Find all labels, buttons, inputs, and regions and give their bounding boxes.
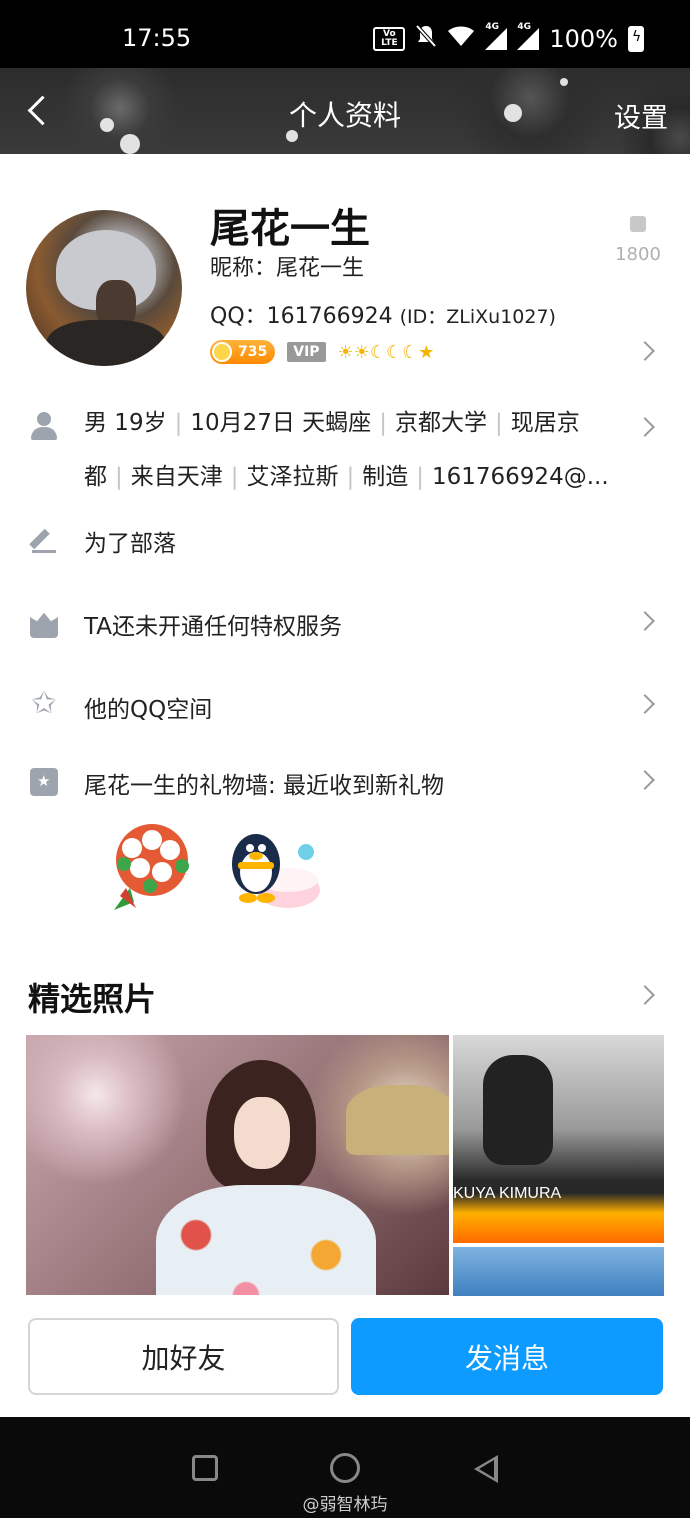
signal-icon-2: 4G [517, 22, 540, 50]
pencil-icon [30, 526, 58, 554]
photo-blue[interactable] [453, 1247, 664, 1297]
title-bar: 个人资料 设置 [0, 68, 690, 154]
like-count: 1800 [615, 244, 661, 265]
home-button[interactable] [330, 1453, 360, 1483]
nickname-text: 昵称：尾花一生 [210, 256, 365, 281]
photo-kimono[interactable] [26, 1035, 449, 1295]
gift-chevron-icon [635, 770, 655, 790]
nav-back-button[interactable] [474, 1455, 498, 1483]
qzone-star-icon: ✩ [31, 686, 57, 721]
status-bar: 17:55 Vo LTE 4G 4G 100% [0, 0, 690, 68]
qq-number: QQ：161766924 [210, 304, 393, 329]
settings-button[interactable]: 设置 [614, 96, 668, 135]
add-friend-button[interactable]: 加好友 [28, 1318, 339, 1395]
gift-penguin-cake-icon[interactable] [226, 818, 322, 914]
qzone-row[interactable]: 他的QQ空间 [84, 690, 212, 724]
info-line-1: 男 19岁 | 10月27日 天蝎座 | 京都大学 | 现居京 [84, 410, 580, 436]
status-icons: Vo LTE 4G 4G 100% [373, 22, 644, 54]
avatar[interactable] [26, 210, 182, 366]
signature-text: 为了部落 [84, 531, 176, 557]
display-name: 尾花一生 [210, 206, 370, 252]
info-chevron-icon [635, 417, 655, 437]
page-title: 个人资料 [288, 99, 401, 132]
battery-charging-icon [628, 26, 644, 52]
send-message-button[interactable]: 发消息 [351, 1318, 663, 1395]
watermark: @弱智林玙 [302, 1495, 388, 1515]
featured-photos-title: 精选照片 [28, 980, 157, 1018]
battery-percent: 100% [549, 25, 618, 53]
gift-bouquet-icon[interactable] [100, 818, 196, 914]
like-button[interactable]: 1800 [608, 216, 668, 265]
person-icon [30, 412, 58, 440]
signal-icon-1: 4G [485, 22, 508, 50]
privilege-chevron-icon [635, 611, 655, 631]
crown-icon [30, 612, 58, 638]
photo-hand[interactable]: KUYA KIMURA [453, 1035, 664, 1243]
coin-level-badge: 735 [210, 340, 276, 364]
volte-icon: Vo LTE [373, 27, 406, 51]
info-line-2: 都 | 来自天津 | 艾泽拉斯 | 制造 | 161766924@... [84, 464, 609, 490]
qzone-chevron-icon [635, 694, 655, 714]
personal-info[interactable]: 男 19岁 | 10月27日 天蝎座 | 京都大学 | 现居京 都 | 来自天津 | 艾泽拉斯 | 制造… [84, 396, 634, 504]
photos-chevron-icon[interactable] [635, 985, 655, 1005]
gift-icon [30, 768, 58, 796]
mute-icon [415, 24, 437, 54]
gift-wall-row[interactable]: 尾花一生的礼物墙: 最近收到新礼物 [84, 766, 444, 800]
status-time: 17:55 [122, 24, 192, 52]
photo-caption: KUYA KIMURA [453, 1185, 562, 1202]
privilege-row[interactable]: TA还未开通任何特权服务 [84, 607, 342, 641]
qq-number-line: QQ：161766924 (ID：ZLiXu1027) [210, 298, 556, 330]
recent-apps-button[interactable] [192, 1455, 218, 1481]
profile-page: 17:55 Vo LTE 4G 4G 100% 个人资料 设置 尾花一生 昵称：… [0, 0, 690, 1518]
level-icons: ☀☀☾☾☾★ [337, 341, 435, 363]
vip-badge: VIP [287, 342, 326, 362]
qq-id: (ID：ZLiXu1027) [399, 306, 556, 328]
thumbs-up-icon [630, 216, 646, 232]
coin-icon [212, 342, 232, 362]
wifi-icon [447, 25, 475, 53]
badge-chevron-icon [635, 341, 655, 361]
badge-row[interactable]: 735 VIP ☀☀☾☾☾★ [210, 340, 434, 364]
